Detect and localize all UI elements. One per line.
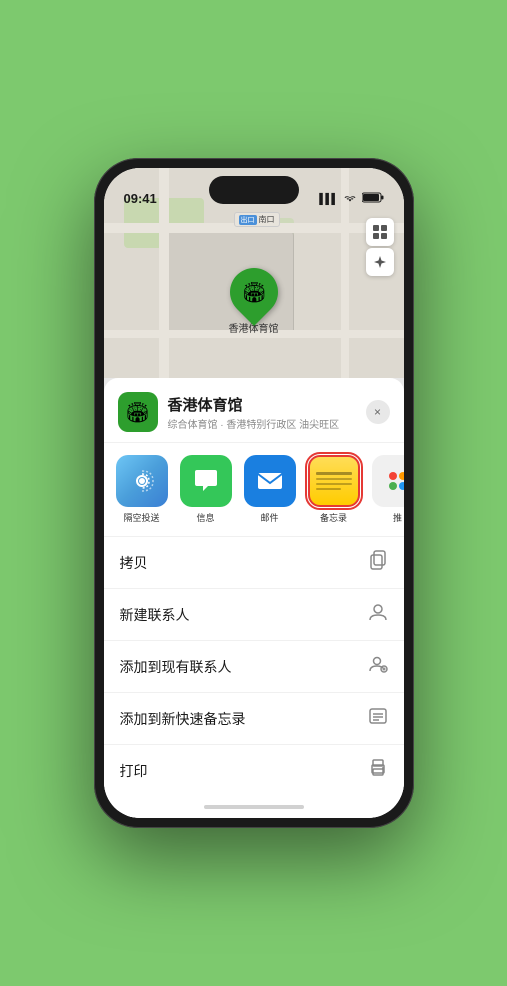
action-add-notes-label: 添加到新快速备忘录 <box>120 709 246 729</box>
notes-icon <box>308 455 360 507</box>
venue-pin: 🏟 香港体育馆 <box>229 268 279 335</box>
venue-header: 🏟 香港体育馆 综合体育馆 · 香港特别行政区 油尖旺区 × <box>104 378 404 443</box>
notes-label: 备忘录 <box>320 511 347 524</box>
map-view-button[interactable] <box>366 218 394 246</box>
share-notes[interactable]: 备忘录 <box>306 455 362 524</box>
map-controls <box>366 218 394 276</box>
venue-logo-icon: 🏟 <box>125 400 150 425</box>
print-icon <box>368 758 388 783</box>
pin-marker: 🏟 <box>220 258 288 326</box>
map-label-tag: 出口 <box>239 215 257 225</box>
battery-icon <box>362 192 384 206</box>
share-mail[interactable]: 邮件 <box>242 455 298 524</box>
status-time: 09:41 <box>124 191 157 206</box>
copy-icon <box>368 550 388 575</box>
action-new-contact[interactable]: 新建联系人 <box>104 589 404 641</box>
action-add-existing[interactable]: 添加到现有联系人 <box>104 641 404 693</box>
more-label: 推 <box>393 511 402 524</box>
action-list: 拷贝 新建联系人 <box>104 537 404 796</box>
status-icons: ▌▌▌ <box>319 192 383 206</box>
home-indicator <box>104 796 404 818</box>
pin-venue-icon: 🏟 <box>241 280 266 305</box>
venue-logo: 🏟 <box>118 392 158 432</box>
airdrop-icon <box>116 455 168 507</box>
share-more[interactable]: 推 <box>370 455 404 524</box>
more-icon <box>372 455 404 507</box>
action-print-label: 打印 <box>120 761 148 781</box>
dynamic-island <box>209 176 299 204</box>
action-add-existing-label: 添加到现有联系人 <box>120 657 232 677</box>
venue-name: 香港体育馆 <box>168 394 366 415</box>
home-bar <box>204 805 304 809</box>
signal-icon: ▌▌▌ <box>319 194 337 205</box>
share-messages[interactable]: 信息 <box>178 455 234 524</box>
share-row: 隔空投送 信息 <box>104 443 404 537</box>
location-button[interactable] <box>366 248 394 276</box>
share-airdrop[interactable]: 隔空投送 <box>114 455 170 524</box>
close-button[interactable]: × <box>366 400 390 424</box>
action-new-contact-label: 新建联系人 <box>120 605 190 625</box>
messages-icon <box>180 455 232 507</box>
airdrop-label: 隔空投送 <box>123 511 159 524</box>
new-contact-icon <box>368 602 388 627</box>
mail-label: 邮件 <box>260 511 278 524</box>
action-print[interactable]: 打印 <box>104 745 404 796</box>
messages-label: 信息 <box>196 511 214 524</box>
phone-screen: 09:41 ▌▌▌ <box>104 168 404 818</box>
add-notes-icon <box>368 706 388 731</box>
add-existing-icon <box>368 654 388 679</box>
action-copy[interactable]: 拷贝 <box>104 537 404 589</box>
wifi-icon <box>343 193 357 206</box>
phone-frame: 09:41 ▌▌▌ <box>94 158 414 828</box>
map-label-text: 南口 <box>259 214 275 225</box>
action-copy-label: 拷贝 <box>120 553 148 573</box>
bottom-sheet: 🏟 香港体育馆 综合体育馆 · 香港特别行政区 油尖旺区 × <box>104 378 404 818</box>
venue-subtitle: 综合体育馆 · 香港特别行政区 油尖旺区 <box>168 416 366 431</box>
venue-info: 香港体育馆 综合体育馆 · 香港特别行政区 油尖旺区 <box>168 394 366 431</box>
mail-icon <box>244 455 296 507</box>
map-label: 出口 南口 <box>234 212 280 227</box>
action-add-notes[interactable]: 添加到新快速备忘录 <box>104 693 404 745</box>
